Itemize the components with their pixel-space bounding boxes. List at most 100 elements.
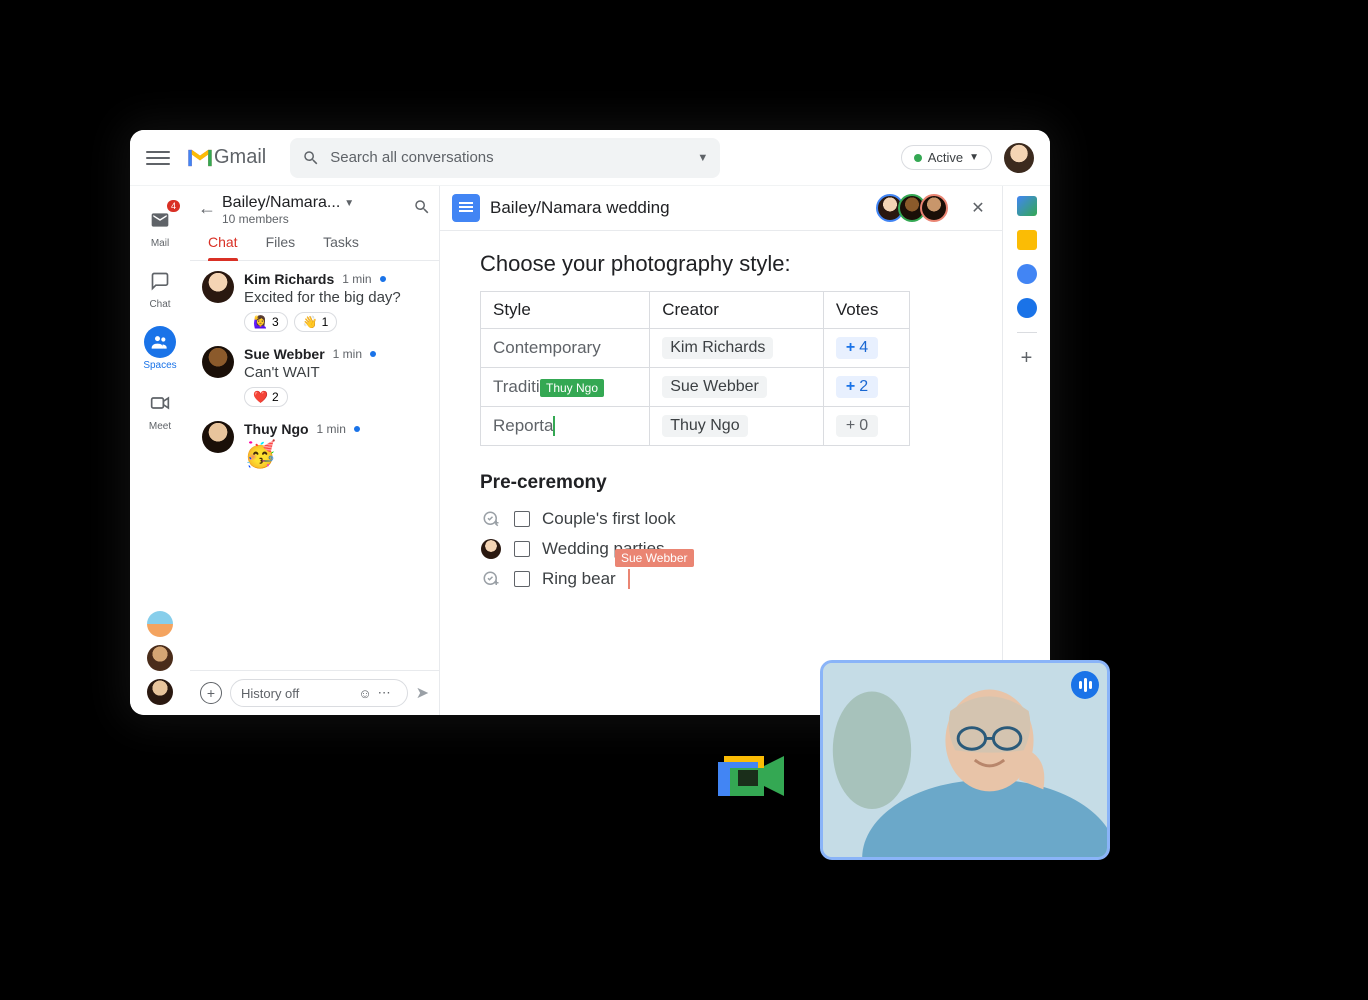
checklist-item[interactable]: Ring bear	[480, 564, 962, 594]
space-title-dropdown[interactable]: Bailey/Namara... ▼	[222, 194, 413, 212]
message-item[interactable]: Kim Richards1 min Excited for the big da…	[202, 271, 427, 332]
doc-body[interactable]: Choose your photography style: Style Cre…	[440, 231, 1002, 715]
keep-icon[interactable]	[1017, 230, 1037, 250]
assignee-avatar[interactable]	[481, 539, 501, 559]
right-sidebar: +	[1002, 186, 1050, 715]
creator-chip[interactable]: Sue Webber	[662, 376, 767, 398]
cursor-indicator	[628, 569, 630, 589]
doc-subheading: Pre-ceremony	[480, 472, 962, 494]
send-button[interactable]: ➤	[416, 683, 429, 703]
table-row[interactable]: Contemporary Kim Richards +4	[481, 329, 910, 368]
collab-cursor-tag: Thuy Ngo	[540, 379, 604, 397]
contacts-icon[interactable]	[1017, 298, 1037, 318]
status-label: Active	[928, 150, 963, 165]
compose-bar: + History off ☺ ⋯ ➤	[190, 670, 439, 715]
chevron-down-icon: ▼	[344, 198, 354, 209]
main-body: 4 Mail Chat Spaces Meet	[130, 186, 1050, 715]
spaces-icon	[150, 332, 170, 352]
audio-indicator	[1071, 671, 1099, 699]
nav-mail[interactable]: 4 Mail	[130, 200, 190, 253]
unread-dot	[370, 351, 376, 357]
creator-chip[interactable]: Thuy Ngo	[662, 415, 747, 437]
tasks-icon[interactable]	[1017, 264, 1037, 284]
docs-icon	[452, 194, 480, 222]
space-tabs: Chat Files Tasks	[190, 226, 439, 261]
avatar	[202, 271, 234, 303]
more-icon[interactable]: ⋯	[378, 685, 391, 701]
table-row[interactable]: Reporta Thuy Ngo +0	[481, 407, 910, 446]
unread-dot	[380, 276, 386, 282]
search-input[interactable]: Search all conversations ▼	[290, 138, 720, 178]
video-participant	[823, 663, 1107, 857]
gmail-logo[interactable]: Gmail	[186, 146, 266, 169]
close-doc-button[interactable]: ✕	[966, 196, 990, 220]
menu-icon[interactable]	[146, 146, 170, 170]
divider	[1017, 332, 1037, 333]
chat-icon	[150, 271, 170, 291]
mail-badge: 4	[167, 200, 180, 212]
assign-icon[interactable]	[480, 510, 502, 528]
add-addon-button[interactable]: +	[1021, 347, 1033, 370]
doc-heading: Choose your photography style:	[480, 251, 962, 277]
compose-input[interactable]: History off ☺ ⋯	[230, 679, 408, 707]
presence-avatars	[147, 611, 173, 705]
collaborator-avatars[interactable]	[882, 194, 948, 222]
chevron-down-icon: ▼	[969, 152, 979, 163]
doc-header: Bailey/Namara wedding ✕	[440, 186, 1002, 231]
creator-chip[interactable]: Kim Richards	[662, 337, 773, 359]
vote-chip[interactable]: +2	[836, 376, 878, 398]
collab-cursor-tag: Sue Webber	[615, 549, 694, 567]
search-space-icon[interactable]	[413, 198, 431, 221]
vote-chip[interactable]: +4	[836, 337, 878, 359]
presence-avatar[interactable]	[147, 679, 173, 705]
space-header: ← Bailey/Namara... ▼ 10 members	[190, 186, 439, 226]
presence-avatar[interactable]	[147, 645, 173, 671]
add-button[interactable]: +	[200, 682, 222, 704]
gmail-window: Gmail Search all conversations ▼ Active …	[130, 130, 1050, 715]
mail-icon	[150, 210, 170, 230]
reaction[interactable]: ❤️2	[244, 387, 288, 407]
header: Gmail Search all conversations ▼ Active …	[130, 130, 1050, 186]
tab-files[interactable]: Files	[266, 234, 296, 260]
reaction[interactable]: 🙋‍♀️3	[244, 312, 288, 332]
tab-tasks[interactable]: Tasks	[323, 234, 359, 260]
meet-logo	[718, 748, 790, 804]
photography-table: Style Creator Votes Contemporary Kim Ric…	[480, 291, 910, 446]
app-name: Gmail	[214, 146, 266, 169]
doc-panel: Bailey/Namara wedding ✕ Choose your phot…	[440, 186, 1002, 715]
calendar-icon[interactable]	[1017, 196, 1037, 216]
doc-title[interactable]: Bailey/Namara wedding	[490, 198, 872, 218]
presence-avatar[interactable]	[147, 611, 173, 637]
search-icon	[302, 149, 320, 167]
checkbox[interactable]	[514, 541, 530, 557]
emoji-icon[interactable]: ☺	[358, 686, 371, 701]
checkbox[interactable]	[514, 511, 530, 527]
profile-avatar[interactable]	[1004, 143, 1034, 173]
message-item[interactable]: Thuy Ngo1 min 🥳	[202, 421, 427, 470]
avatar	[202, 346, 234, 378]
nav-spaces[interactable]: Spaces	[130, 322, 190, 375]
nav-chat[interactable]: Chat	[130, 261, 190, 314]
cursor-indicator	[553, 416, 555, 436]
checkbox[interactable]	[514, 571, 530, 587]
search-options-icon[interactable]: ▼	[697, 152, 708, 164]
gmail-m-icon	[186, 147, 214, 169]
chat-panel: ← Bailey/Namara... ▼ 10 members Chat Fil…	[190, 186, 440, 715]
member-count[interactable]: 10 members	[222, 212, 413, 226]
checklist-item[interactable]: Couple's first look	[480, 504, 962, 534]
status-selector[interactable]: Active ▼	[901, 145, 992, 170]
checklist-item[interactable]: Wedding parties	[480, 534, 962, 564]
meet-video-pip[interactable]	[820, 660, 1110, 860]
nav-meet[interactable]: Meet	[130, 383, 190, 436]
vote-chip[interactable]: +0	[836, 415, 878, 437]
status-dot	[914, 154, 922, 162]
meet-icon	[150, 393, 170, 413]
message-list: Kim Richards1 min Excited for the big da…	[190, 261, 439, 670]
left-nav: 4 Mail Chat Spaces Meet	[130, 186, 190, 715]
tab-chat[interactable]: Chat	[208, 234, 238, 260]
back-button[interactable]: ←	[198, 198, 216, 219]
message-item[interactable]: Sue Webber1 min Can't WAIT ❤️2	[202, 346, 427, 407]
collab-avatar	[920, 194, 948, 222]
assign-icon[interactable]	[480, 570, 502, 588]
reaction[interactable]: 👋1	[294, 312, 338, 332]
